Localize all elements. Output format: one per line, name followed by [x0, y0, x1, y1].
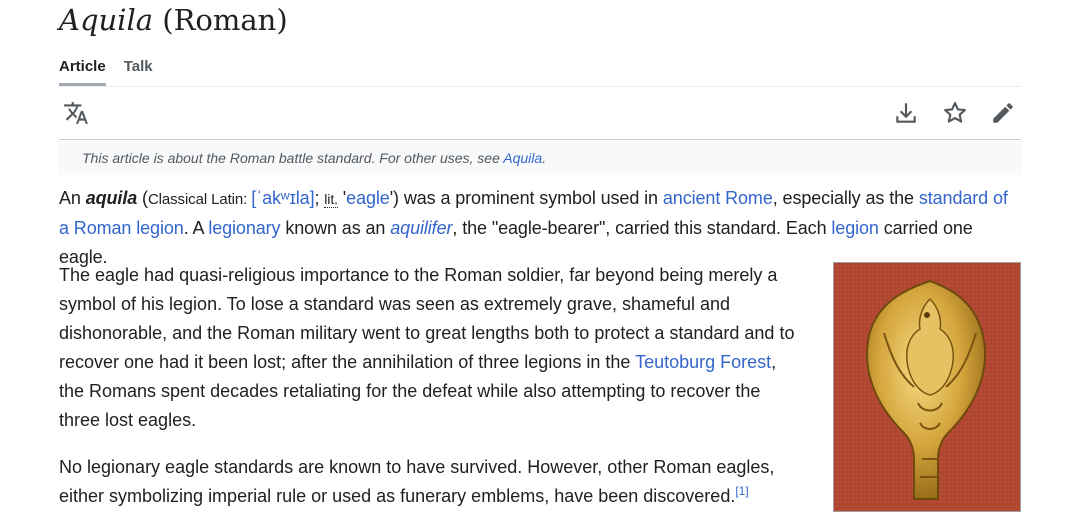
language-label: Classical Latin: [147, 191, 244, 208]
legion-link[interactable]: legion: [831, 218, 879, 238]
translate-icon[interactable]: [63, 100, 89, 126]
hatnote-link[interactable]: Aquila: [503, 150, 542, 166]
hatnote-text: This article is about the Roman battle s…: [82, 150, 504, 166]
page-title-rest: (Roman): [153, 3, 288, 37]
text-run: , especially as the: [772, 188, 919, 208]
tabs-divider: [59, 86, 1021, 87]
ipa-link[interactable]: [ˈakʷɪla]: [251, 188, 314, 208]
hatnote-end: .: [542, 150, 547, 166]
text-run: (: [137, 188, 148, 208]
body-paragraph: No legionary eagle standards are known t…: [59, 453, 801, 511]
bold-term: aquila: [85, 188, 138, 208]
toolbar-divider: [59, 139, 1021, 140]
text-run: ') was a prominent symbol used in: [389, 188, 663, 208]
text-run: No legionary eagle standards are known t…: [59, 457, 775, 506]
eagle-link[interactable]: eagle: [346, 188, 390, 208]
text-run: ;: [314, 188, 325, 208]
text-run: known as an: [280, 218, 391, 238]
hatnote: This article is about the Roman battle s…: [59, 141, 1021, 175]
page-title: Aquila (Roman): [59, 0, 288, 40]
namespace-tabs: Article Talk: [59, 55, 153, 87]
page-title-italic: Aquila: [59, 3, 154, 37]
download-icon[interactable]: [893, 100, 919, 126]
literally-abbr: lit.: [324, 191, 338, 208]
tab-talk[interactable]: Talk: [124, 55, 153, 87]
reference-link[interactable]: [1]: [735, 484, 748, 498]
star-icon[interactable]: [942, 100, 968, 126]
article-content: An aquila (Classical Latin: [ˈakʷɪla]; l…: [59, 184, 1021, 506]
text-run: . A: [183, 218, 209, 238]
ancient-rome-link[interactable]: ancient Rome: [663, 188, 773, 208]
tab-article[interactable]: Article: [59, 55, 106, 87]
page-toolbar: [59, 88, 1021, 139]
text-run: , the "eagle-bearer", carried this stand…: [452, 218, 832, 238]
teutoburg-forest-link[interactable]: Teutoburg Forest: [635, 352, 771, 372]
lead-paragraph: An aquila (Classical Latin: [ˈakʷɪla]; l…: [59, 184, 1021, 272]
legionary-link[interactable]: legionary: [208, 218, 280, 238]
golden-eagle-figurine: [834, 263, 1020, 511]
eagle-image[interactable]: [833, 262, 1021, 512]
pencil-icon[interactable]: [990, 100, 1016, 126]
aquilifer-link[interactable]: aquilifer: [390, 218, 452, 238]
body-paragraph: The eagle had quasi-religious importance…: [59, 261, 801, 435]
text-run: ': [337, 188, 347, 208]
text-run: An: [59, 188, 86, 208]
